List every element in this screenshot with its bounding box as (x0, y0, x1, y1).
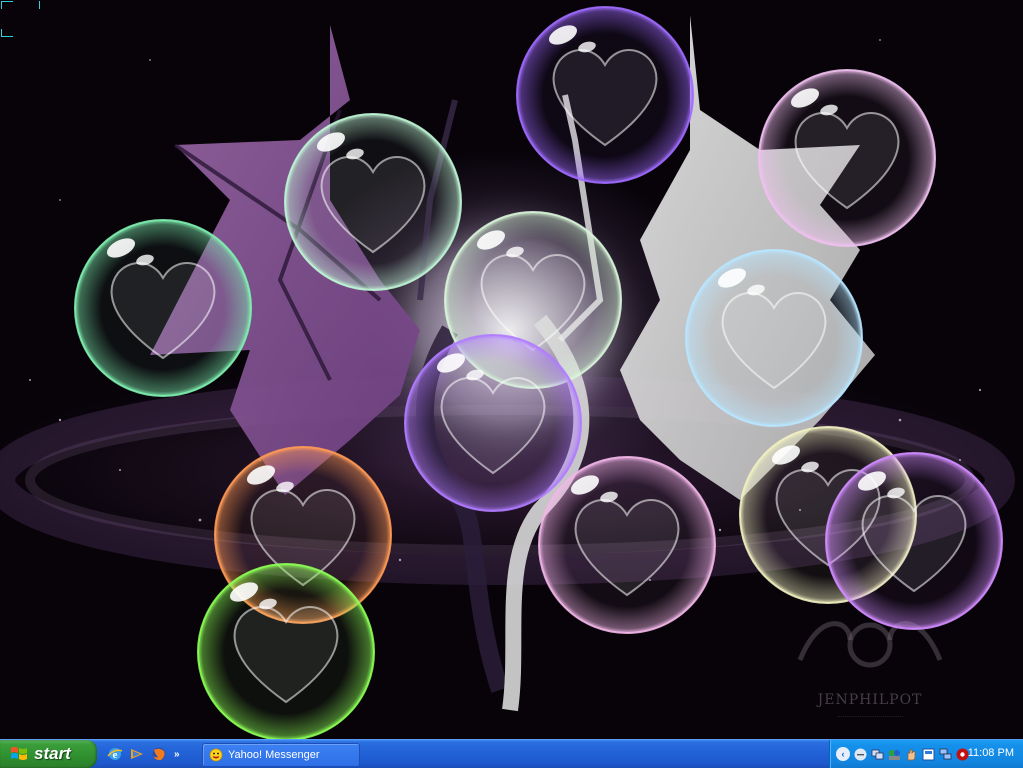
bubble-pink-center (537, 455, 717, 635)
yahoo-messenger-icon (209, 748, 223, 762)
bubble-pink-topright (757, 68, 937, 248)
bubble-green-left (73, 218, 253, 398)
hand-icon[interactable] (904, 747, 918, 761)
bubble-lightblue-right (684, 248, 864, 428)
taskbar-button-label: Yahoo! Messenger (228, 749, 320, 761)
start-label: start (34, 744, 71, 763)
quick-launch-chevron-icon[interactable]: » (174, 749, 180, 760)
start-button[interactable]: start (0, 740, 97, 768)
network-icon[interactable] (870, 747, 884, 761)
windows-logo-icon (11, 747, 27, 760)
messenger-tray-icon[interactable] (887, 747, 901, 761)
bubble-green-bottom (196, 562, 376, 739)
bubble-purple-right (824, 451, 1004, 631)
bubble-purple-top (515, 5, 695, 185)
watermark-text: JENPHILPOT (817, 692, 923, 708)
desktop[interactable]: JENPHILPOT .............................… (0, 0, 1023, 739)
tray-expand-chevron-icon[interactable]: ‹ (836, 747, 850, 761)
windows-media-player-icon[interactable] (128, 745, 146, 763)
clock[interactable]: 11:08 PM (968, 747, 1014, 759)
volume-icon[interactable] (853, 747, 867, 761)
display-icon[interactable] (921, 747, 935, 761)
network-connections-icon[interactable] (938, 747, 952, 761)
bubble-mint-top (283, 112, 463, 292)
selection-marquee (0, 0, 40, 38)
taskbar: start e » Yahoo! Messenger ‹ 11:08 PM (0, 739, 1023, 768)
firefox-icon[interactable] (150, 745, 168, 763)
system-tray: ‹ 11:08 PM (829, 740, 1023, 768)
watermark-subtext: ................................... (836, 712, 904, 719)
internet-explorer-icon[interactable]: e (106, 745, 124, 763)
taskbar-button-yahoo-messenger[interactable]: Yahoo! Messenger (202, 743, 360, 767)
quick-launch: e » (106, 744, 180, 764)
